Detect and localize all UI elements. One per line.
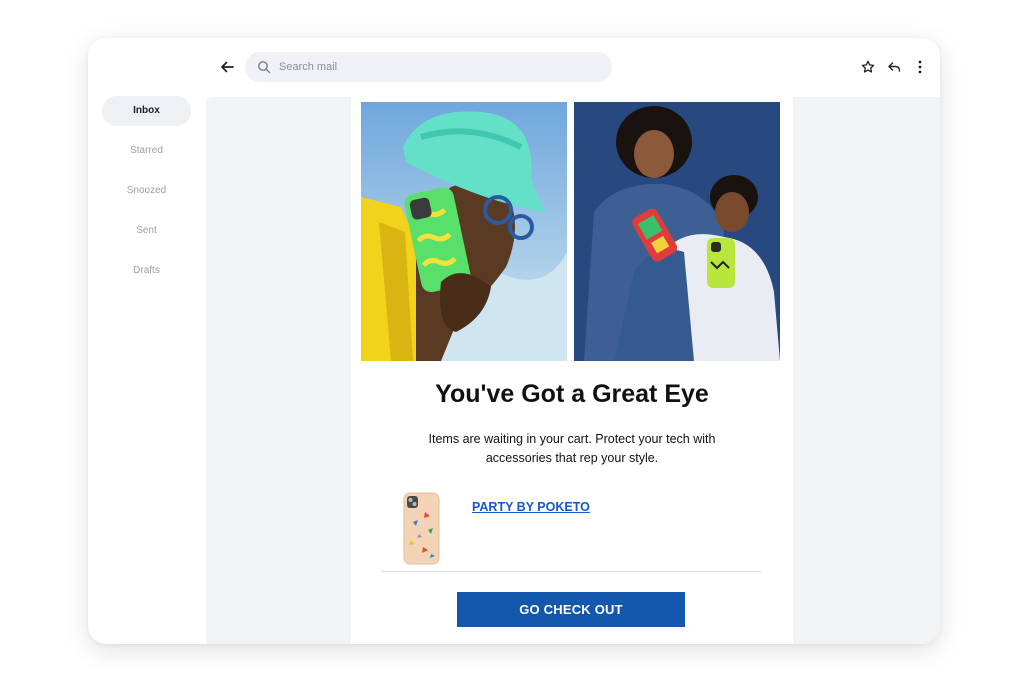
sidebar-item-inbox[interactable]: Inbox (102, 96, 191, 126)
star-button[interactable] (858, 56, 878, 78)
sidebar-nav: Inbox Starred Snoozed Sent Drafts (88, 96, 206, 296)
email-headline: You've Got a Great Eye (435, 380, 709, 408)
sidebar-item-starred[interactable]: Starred (102, 136, 191, 166)
product-link[interactable]: PARTY BY POKETO (472, 500, 590, 514)
hero-photo-right (574, 102, 780, 361)
hero-images (361, 102, 781, 361)
star-icon (861, 60, 875, 73)
back-button[interactable] (216, 56, 238, 78)
reply-button[interactable] (884, 56, 904, 78)
sidebar-item-snoozed[interactable]: Snoozed (102, 176, 191, 206)
back-arrow-icon (221, 61, 234, 73)
reading-pane: You've Got a Great Eye Items are waiting… (206, 97, 940, 644)
more-vertical-icon (918, 60, 922, 74)
body-text-line-2: accessories that rep your style. (485, 451, 659, 465)
go-check-out-button[interactable]: GO CHECK OUT (457, 592, 685, 627)
more-options-button[interactable] (910, 56, 930, 78)
message-actions (858, 56, 930, 78)
body-text-line-1: Items are waiting in your cart. Protect … (428, 432, 716, 446)
email-body: You've Got a Great Eye Items are waiting… (351, 97, 793, 644)
search-icon (257, 60, 271, 74)
divider (381, 571, 761, 572)
email-body-text: Items are waiting in your cart. Protect … (391, 430, 753, 468)
search-input[interactable] (277, 54, 601, 80)
hero-photo-left (361, 102, 567, 361)
sidebar-item-drafts[interactable]: Drafts (102, 256, 191, 286)
search-bar[interactable] (245, 52, 612, 82)
reply-icon (888, 62, 901, 72)
product-image[interactable] (403, 492, 440, 565)
sidebar-item-sent[interactable]: Sent (102, 216, 191, 246)
mail-window: Inbox Starred Snoozed Sent Drafts (88, 38, 940, 644)
